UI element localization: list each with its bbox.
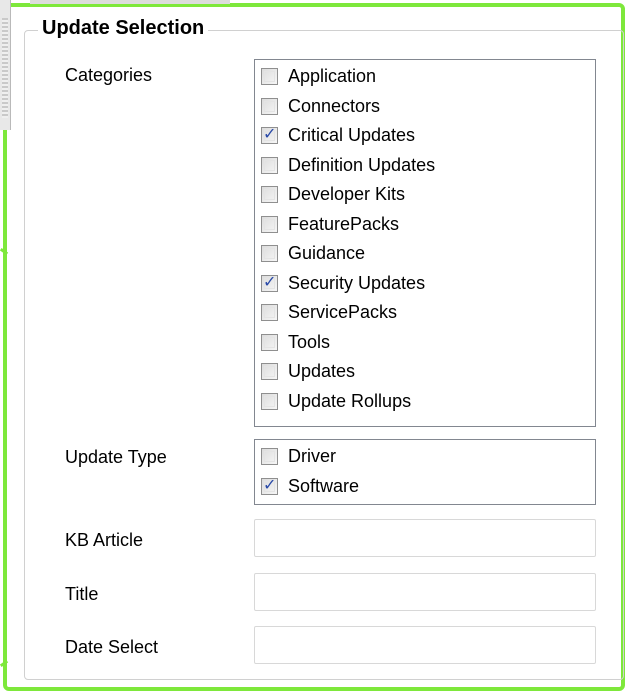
checklist-item-label: Definition Updates — [288, 154, 436, 175]
checkbox-unchecked[interactable] — [261, 245, 278, 263]
checkbox-unchecked[interactable] — [261, 156, 278, 174]
checkbox-unchecked[interactable] — [261, 304, 278, 322]
checkbox-checked[interactable]: ✓ — [261, 476, 278, 495]
checklist-item[interactable]: ✓ Critical Updates — [255, 121, 595, 151]
checklist-item-label: Update Rollups — [288, 390, 412, 411]
checkmark-icon: ✓ — [263, 126, 277, 144]
checkbox-unchecked[interactable] — [261, 363, 278, 381]
checklist-item[interactable]: Connectors — [255, 92, 595, 122]
checklist-item[interactable]: Driver — [255, 442, 595, 472]
checklist-item[interactable]: Application — [255, 62, 595, 92]
checkbox-unchecked[interactable] — [261, 392, 278, 410]
categories-checklist[interactable]: Application Connectors ✓ Critical Updates De… — [254, 59, 596, 427]
left-panel-edge — [0, 0, 11, 130]
checkbox-unchecked[interactable] — [261, 448, 278, 466]
checkmark-icon: ✓ — [263, 476, 277, 494]
checklist-item-label: Developer Kits — [288, 184, 406, 205]
checklist-item-label: Guidance — [288, 243, 366, 264]
checklist-item-label: Application — [288, 66, 377, 87]
checkbox-unchecked[interactable] — [261, 333, 278, 351]
group-title: Update Selection — [38, 15, 209, 41]
update-type-checklist[interactable]: Driver ✓ Software — [254, 439, 596, 505]
checklist-item[interactable]: Updates — [255, 357, 595, 387]
date-select-label: Date Select — [65, 637, 159, 657]
checklist-item-label: Updates — [288, 361, 356, 382]
categories-label: Categories — [65, 65, 153, 85]
checklist-item-label: Connectors — [288, 95, 381, 116]
checklist-item-label: Driver — [288, 446, 336, 467]
title-input[interactable] — [254, 573, 596, 611]
checklist-item-label: Software — [288, 475, 360, 496]
checkbox-unchecked[interactable] — [261, 68, 278, 86]
date-select-input[interactable] — [254, 626, 596, 664]
checkmark-icon: ✓ — [263, 273, 277, 291]
checklist-item-label: ServicePacks — [288, 302, 398, 323]
checklist-item[interactable]: Update Rollups — [255, 387, 595, 417]
checklist-item-label: Tools — [288, 331, 331, 352]
checklist-item[interactable]: Definition Updates — [255, 151, 595, 181]
checklist-item-label: Critical Updates — [288, 125, 416, 146]
checklist-item[interactable]: ServicePacks — [255, 298, 595, 328]
checklist-item[interactable]: Tools — [255, 328, 595, 358]
checklist-item-label: Security Updates — [288, 272, 426, 293]
kb-article-label: KB Article — [65, 530, 144, 550]
update-type-label: Update Type — [65, 447, 167, 467]
kb-article-input[interactable] — [254, 519, 596, 557]
title-label: Title — [65, 584, 99, 604]
checklist-item[interactable]: FeaturePacks — [255, 210, 595, 240]
checkbox-unchecked[interactable] — [261, 186, 278, 204]
checkbox-checked[interactable]: ✓ — [261, 126, 278, 145]
checklist-item-label: FeaturePacks — [288, 213, 400, 234]
checklist-item[interactable]: ✓ Software — [255, 472, 595, 502]
checkbox-checked[interactable]: ✓ — [261, 273, 278, 292]
checklist-item[interactable]: Developer Kits — [255, 180, 595, 210]
checklist-item[interactable]: Guidance — [255, 239, 595, 269]
top-panel-edge — [30, 0, 230, 4]
panel-grip — [2, 18, 8, 118]
checkbox-unchecked[interactable] — [261, 215, 278, 233]
checklist-item[interactable]: ✓ Security Updates — [255, 269, 595, 299]
checkbox-unchecked[interactable] — [261, 97, 278, 115]
